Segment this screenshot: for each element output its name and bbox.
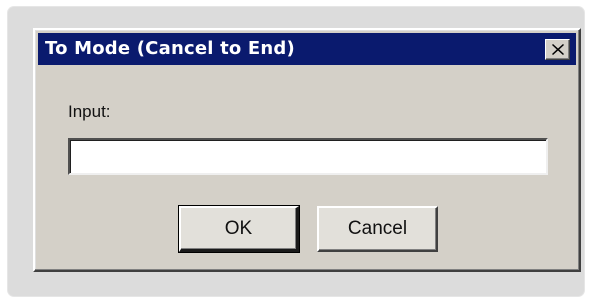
input-dialog: To Mode (Cancel to End) Input: OK Cancel	[33, 28, 581, 272]
cancel-button-label: Cancel	[347, 218, 408, 239]
ok-button-label: OK	[224, 217, 253, 239]
input-label: Input:	[68, 102, 111, 121]
ok-button[interactable]: OK	[179, 206, 299, 252]
cancel-button[interactable]: Cancel	[317, 206, 438, 252]
dialog-title: To Mode (Cancel to End)	[45, 38, 295, 59]
close-x-icon	[552, 44, 564, 55]
screenshot-stage: To Mode (Cancel to End) Input: OK Cancel	[0, 0, 592, 303]
close-button[interactable]	[545, 39, 570, 60]
dialog-titlebar[interactable]: To Mode (Cancel to End)	[38, 33, 576, 65]
input-field[interactable]	[68, 138, 548, 175]
